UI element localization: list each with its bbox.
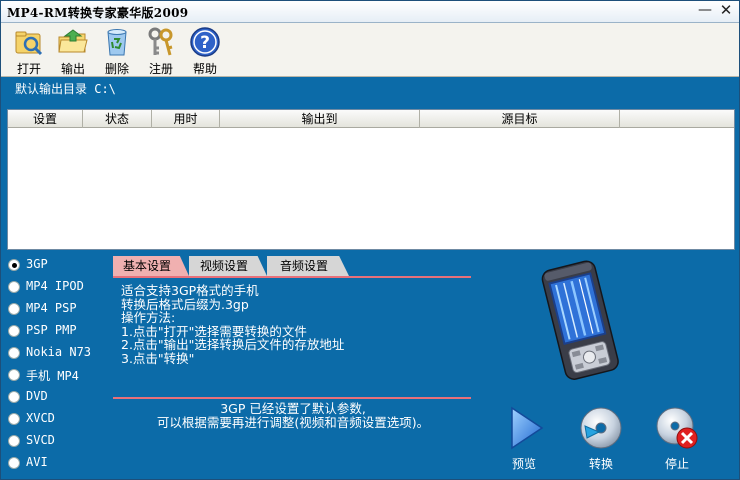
format-option-avi[interactable]: AVI	[5, 452, 109, 474]
column-header-settings[interactable]: 设置	[8, 110, 83, 128]
description-line: 操作方法:	[121, 310, 176, 325]
description-line: 3.点击"转换"	[121, 350, 195, 366]
preview-button[interactable]: 预览	[498, 406, 550, 472]
register-button-label: 注册	[148, 62, 173, 76]
stop-button[interactable]: 停止	[651, 406, 703, 472]
close-button[interactable]: ✕	[717, 3, 735, 20]
toolbar: 打开 输出 删除 注册 ? 帮助	[1, 23, 739, 77]
radio-icon[interactable]	[8, 281, 20, 293]
help-icon: ?	[190, 27, 220, 57]
radio-icon[interactable]	[8, 325, 20, 337]
description-line: 转换后格式后缀为.3gp	[121, 296, 249, 312]
column-header-output-to[interactable]: 输出到	[220, 110, 420, 128]
help-button-label: 帮助	[192, 62, 217, 76]
preview-button-label: 预览	[511, 457, 536, 471]
delete-button-label: 删除	[104, 62, 129, 76]
main-window: MP4-RM转换专家豪华版2009 — ✕ 打开 输出 删除 注册 ? 帮助 默…	[0, 0, 740, 480]
open-button-label: 打开	[16, 62, 41, 76]
tab-basic-settings[interactable]: 基本设置	[113, 256, 189, 276]
format-option-3gp[interactable]: 3GP	[5, 254, 109, 276]
format-option-dvd[interactable]: DVD	[5, 386, 109, 408]
format-option-nokia-n73[interactable]: Nokia N73	[5, 342, 109, 364]
stop-button-label: 停止	[664, 457, 689, 471]
file-list-header: 设置 状态 用时 输出到 源目标	[8, 110, 734, 128]
tab-divider	[113, 276, 471, 278]
format-option-mp4-ipod[interactable]: MP4 IPOD	[5, 276, 109, 298]
format-list: 3GP MP4 IPOD MP4 PSP PSP PMP Nokia N73 手…	[5, 254, 109, 474]
radio-icon[interactable]	[8, 259, 20, 271]
description-line: 2.点击"输出"选择转换后文件的存放地址	[121, 337, 345, 352]
format-description: 适合支持3GP格式的手机 转换后格式后缀为.3gp 操作方法: 1.点击"打开"…	[121, 284, 461, 365]
description-line: 适合支持3GP格式的手机	[121, 283, 259, 298]
recycle-bin-icon	[107, 29, 127, 56]
radio-icon[interactable]	[8, 391, 20, 403]
phone-device-image	[541, 260, 619, 380]
column-header-status[interactable]: 状态	[83, 110, 152, 128]
keys-icon	[148, 27, 173, 56]
default-params-notice: 3GP 已经设置了默认参数, 可以根据需要再进行调整(视频和音频设置选项)。	[113, 402, 473, 430]
radio-icon[interactable]	[8, 303, 20, 315]
convert-button[interactable]: 转换	[575, 406, 627, 472]
convert-button-label: 转换	[588, 457, 613, 471]
section-divider	[113, 397, 471, 399]
output-button[interactable]: 输出	[53, 24, 93, 76]
svg-text:?: ?	[200, 33, 210, 53]
radio-icon[interactable]	[8, 369, 20, 381]
settings-tabs: 基本设置 视频设置 音频设置	[113, 256, 473, 276]
notice-line-1: 3GP 已经设置了默认参数,	[220, 401, 366, 416]
format-option-svcd[interactable]: SVCD	[5, 430, 109, 452]
column-header-source[interactable]: 源目标	[420, 110, 620, 128]
radio-icon[interactable]	[8, 435, 20, 447]
delete-button[interactable]: 删除	[97, 24, 137, 76]
window-title: MP4-RM转换专家豪华版2009	[7, 6, 189, 20]
help-button[interactable]: ? 帮助	[185, 24, 225, 76]
radio-icon[interactable]	[8, 413, 20, 425]
title-bar[interactable]: MP4-RM转换专家豪华版2009 — ✕	[1, 1, 739, 23]
play-icon	[511, 406, 544, 450]
notice-line-2: 可以根据需要再进行调整(视频和音频设置选项)。	[156, 415, 430, 430]
radio-icon[interactable]	[8, 347, 20, 359]
tab-video-settings[interactable]: 视频设置	[189, 256, 267, 276]
output-directory-bar: 默认输出目录 C:\	[1, 78, 739, 108]
bottom-panel: 3GP MP4 IPOD MP4 PSP PSP PMP Nokia N73 手…	[1, 252, 739, 479]
register-button[interactable]: 注册	[141, 24, 181, 76]
description-line: 1.点击"打开"选择需要转换的文件	[121, 323, 307, 339]
convert-disc-icon	[580, 407, 622, 449]
output-button-label: 输出	[60, 62, 85, 76]
format-option-phone-mp4[interactable]: 手机 MP4	[5, 364, 109, 386]
output-directory-text: 默认输出目录 C:\	[15, 82, 116, 96]
minimize-button[interactable]: —	[696, 3, 714, 20]
format-option-xvcd[interactable]: XVCD	[5, 408, 109, 430]
format-option-mp4-psp[interactable]: MP4 PSP	[5, 298, 109, 320]
column-header-time[interactable]: 用时	[152, 110, 220, 128]
open-folder-icon	[15, 31, 43, 56]
output-folder-icon	[58, 29, 88, 53]
radio-icon[interactable]	[8, 457, 20, 469]
open-button[interactable]: 打开	[9, 24, 49, 76]
stop-disc-icon	[656, 407, 698, 449]
file-list[interactable]: 设置 状态 用时 输出到 源目标	[7, 109, 735, 250]
format-option-psp-pmp[interactable]: PSP PMP	[5, 320, 109, 342]
tab-audio-settings[interactable]: 音频设置	[267, 256, 349, 276]
